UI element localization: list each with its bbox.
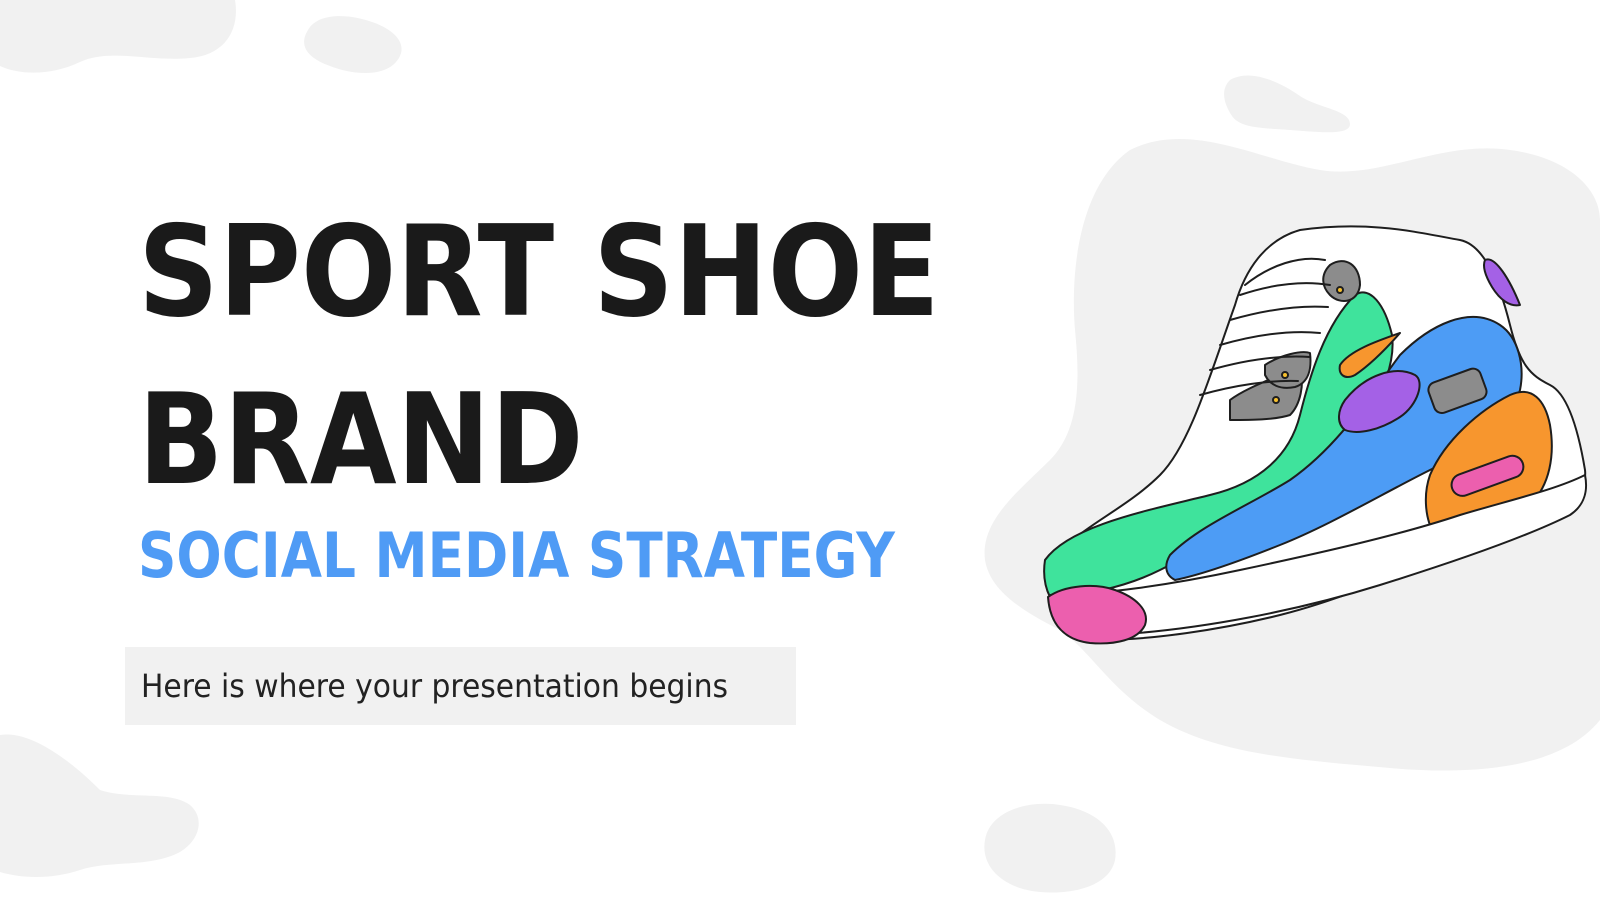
slide-title: SPORT SHOE BRAND (138, 188, 940, 524)
blob-bottom-center (984, 803, 1116, 893)
sneaker-illustration-icon (1043, 225, 1588, 645)
shoe-eyelet (1336, 286, 1344, 294)
blob-top-right-small (1224, 75, 1350, 133)
blob-top-left (0, 0, 236, 73)
tagline-text: Here is where your presentation begins (141, 667, 729, 705)
blob-top-center (304, 16, 402, 73)
slide: SPORT SHOE BRAND SOCIAL MEDIA STRATEGY H… (0, 0, 1600, 900)
shoe-eyelet (1281, 371, 1289, 379)
slide-subtitle: SOCIAL MEDIA STRATEGY (138, 519, 895, 592)
shoe-eyelet (1272, 396, 1280, 404)
blob-bottom-left (0, 734, 199, 877)
title-line-2: BRAND (138, 366, 584, 513)
title-line-1: SPORT SHOE (138, 198, 940, 345)
tagline-box: Here is where your presentation begins (125, 647, 796, 725)
shoe-eyestay (1322, 260, 1361, 302)
